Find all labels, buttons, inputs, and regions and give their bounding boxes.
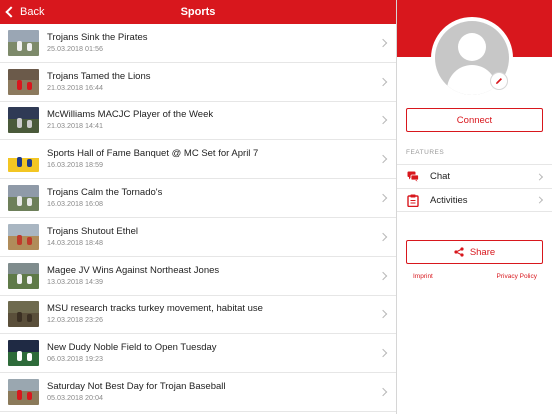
chat-bubbles-icon [407, 171, 419, 182]
article-text: New Dudy Noble Field to Open Tuesday 06.0… [47, 342, 396, 364]
pencil-icon [496, 78, 502, 84]
article-date: 14.03.2018 18:48 [47, 237, 103, 247]
profile-pane: Connect FEATURES Chat Activities Share I… [397, 0, 552, 414]
list-item[interactable]: New Dudy Noble Field to Open Tuesday 06.0… [0, 334, 396, 374]
share-button[interactable]: Share [406, 240, 543, 264]
article-thumbnail [8, 185, 39, 212]
feature-item-label: Activities [430, 194, 468, 206]
list-item[interactable]: Trojans Tamed the Lions 21.03.2018 16:44 [0, 63, 396, 102]
list-item[interactable]: Trojans Calm the Tornado's 16.03.2018 16:… [0, 179, 396, 218]
article-thumbnail [8, 379, 39, 406]
article-thumbnail [8, 68, 39, 95]
article-list: Trojans Sink the Pirates 25.03.2018 01:56… [0, 24, 396, 412]
article-thumbnail [8, 29, 39, 56]
connect-button[interactable]: Connect [406, 108, 543, 132]
article-text: Sports Hall of Fame Banquet @ MC Set for… [47, 148, 396, 170]
article-headline: MSU research tracks turkey movement, hab… [47, 303, 263, 315]
article-thumbnail [8, 301, 39, 328]
privacy-policy-link[interactable]: Privacy Policy [497, 273, 537, 280]
share-label: Share [469, 246, 496, 258]
article-text: Trojans Sink the Pirates 25.03.2018 01:56 [47, 32, 396, 54]
article-date: 21.03.2018 16:44 [47, 82, 103, 92]
chevron-left-icon [5, 6, 17, 18]
list-item[interactable]: MSU research tracks turkey movement, hab… [0, 296, 396, 335]
feature-item-activities[interactable]: Activities [397, 188, 552, 212]
back-button[interactable]: Back [0, 0, 44, 24]
article-headline: Trojans Tamed the Lions [47, 70, 151, 82]
article-pane: Back Sports Trojans Sink the Pirates 25.0… [0, 0, 397, 414]
article-text: Saturday Not Best Day for Trojan Basebal… [47, 381, 396, 403]
article-date: 16.03.2018 18:59 [47, 160, 103, 170]
article-text: Trojans Calm the Tornado's 16.03.2018 16:… [47, 187, 396, 209]
article-date: 12.03.2018 23:26 [47, 315, 103, 325]
edit-avatar-button[interactable] [490, 72, 508, 90]
app-window: Back Sports Trojans Sink the Pirates 25.0… [0, 0, 552, 414]
article-thumbnail [8, 223, 39, 250]
article-text: Trojans Shutout Ethel 14.03.2018 18:48 [47, 226, 396, 248]
chevron-right-icon [535, 172, 544, 181]
imprint-link[interactable]: Imprint [413, 273, 433, 280]
list-item[interactable]: Magee JV Wins Against Northeast Jones 13.… [0, 257, 396, 296]
feature-item-label: Chat [430, 171, 451, 182]
article-date: 13.03.2018 14:39 [47, 276, 103, 286]
clipboard-icon [407, 194, 419, 207]
article-headline: Trojans Calm the Tornado's [47, 187, 163, 199]
article-headline: Saturday Not Best Day for Trojan Basebal… [47, 381, 226, 393]
chevron-right-icon [535, 196, 544, 204]
features-section-label: FEATURES [406, 149, 445, 156]
article-headline: Magee JV Wins Against Northeast Jones [47, 264, 220, 276]
list-item[interactable]: Trojans Shutout Ethel 14.03.2018 18:48 [0, 218, 396, 257]
article-headline: Trojans Shutout Ethel [47, 225, 139, 237]
feature-item-chat[interactable]: Chat [397, 164, 552, 188]
list-item[interactable]: Sports Hall of Fame Banquet @ MC Set for… [0, 140, 396, 180]
page-title: Sports [180, 6, 216, 18]
article-thumbnail [8, 146, 39, 173]
article-date: 06.03.2018 19:23 [47, 354, 103, 364]
article-thumbnail [8, 107, 39, 134]
article-date: 25.03.2018 01:56 [47, 43, 103, 53]
article-date: 05.03.2018 20:04 [47, 393, 103, 403]
article-text: Magee JV Wins Against Northeast Jones 13.… [47, 265, 396, 287]
article-thumbnail [8, 262, 39, 289]
article-text: MSU research tracks turkey movement, hab… [47, 303, 396, 325]
share-icon [454, 247, 464, 257]
article-text: Trojans Tamed the Lions 21.03.2018 16:44 [47, 71, 396, 93]
article-date: 16.03.2018 16:08 [47, 199, 103, 209]
list-item[interactable]: Saturday Not Best Day for Trojan Basebal… [0, 373, 396, 412]
article-date: 21.03.2018 14:41 [47, 121, 103, 131]
article-headline: New Dudy Noble Field to Open Tuesday [47, 342, 217, 354]
list-item[interactable]: Trojans Sink the Pirates 25.03.2018 01:56 [0, 24, 396, 63]
article-headline: Trojans Sink the Pirates [47, 31, 148, 43]
article-headline: Sports Hall of Fame Banquet @ MC Set for… [47, 148, 259, 160]
article-headline: McWilliams MACJC Player of the Week [47, 109, 214, 121]
article-thumbnail [8, 340, 39, 367]
article-text: McWilliams MACJC Player of the Week 21.03… [47, 109, 396, 131]
navigation-bar: Back Sports [0, 0, 396, 24]
back-label: Back [20, 6, 45, 18]
list-item[interactable]: McWilliams MACJC Player of the Week 21.03… [0, 102, 396, 141]
